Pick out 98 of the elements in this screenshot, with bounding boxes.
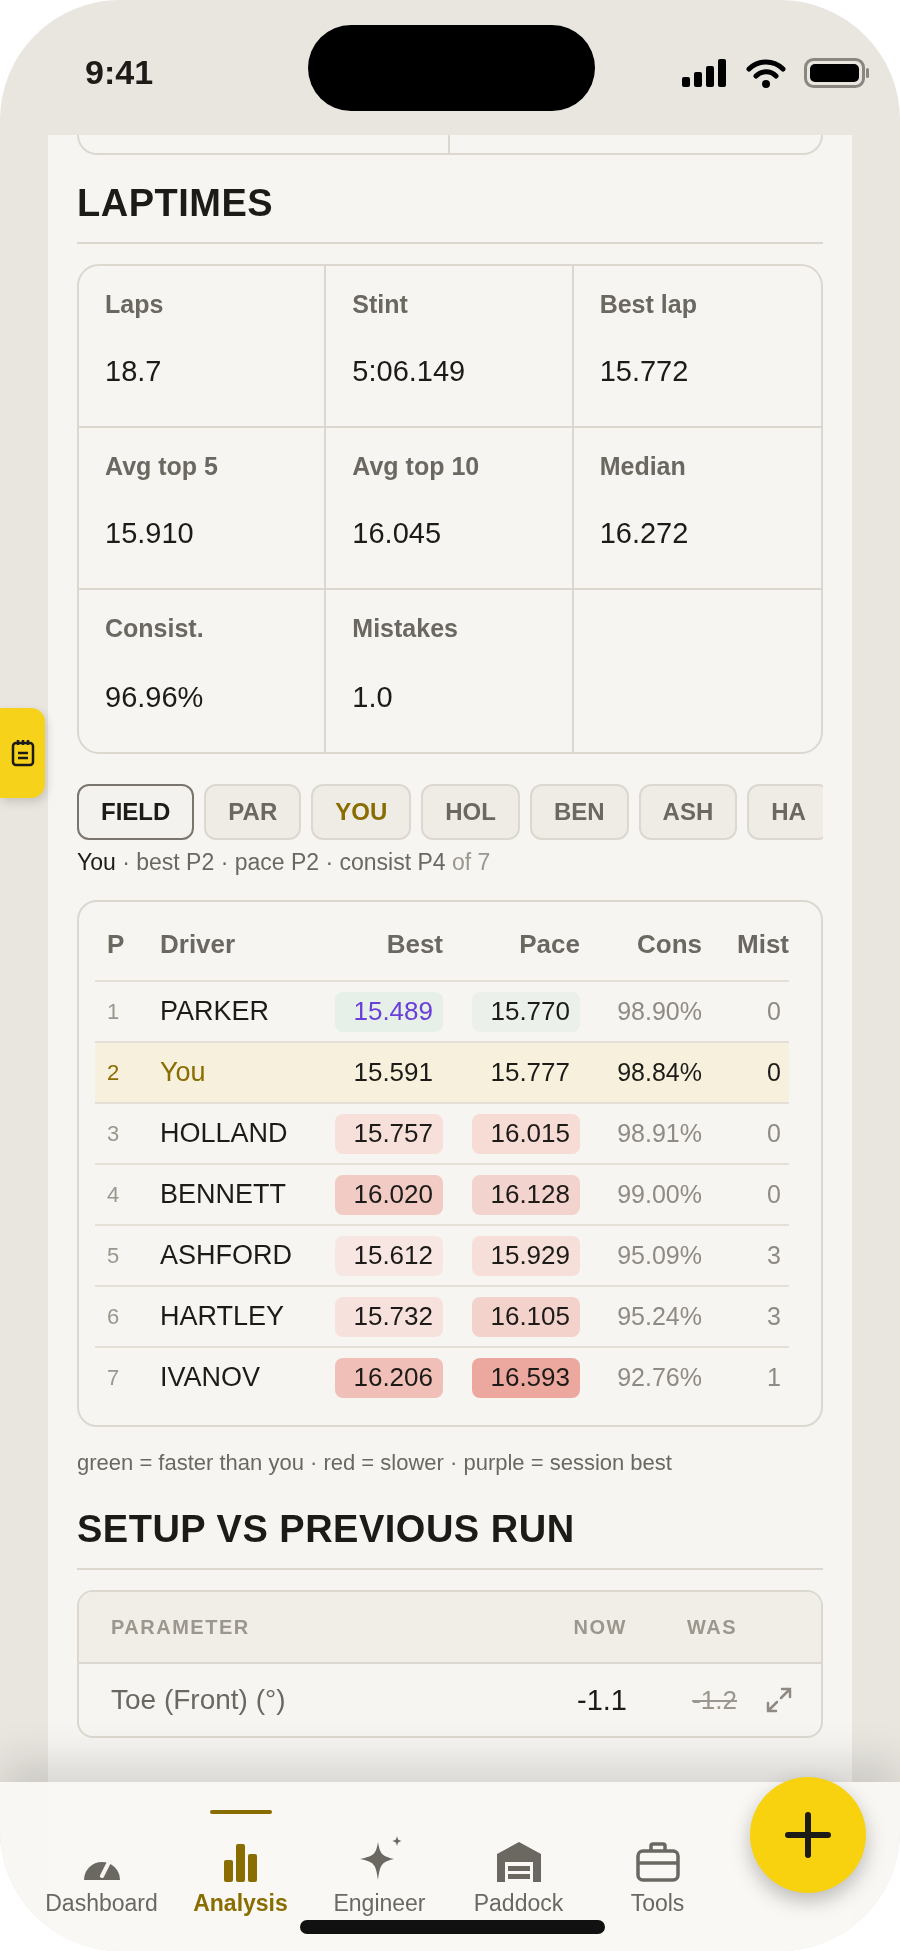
lap-time: 16.128 — [472, 1174, 580, 1215]
position-number: 1 — [106, 998, 121, 1025]
lap-time: 15.770 — [472, 991, 580, 1032]
consistency-value: 98.91% — [617, 1119, 702, 1148]
clock-time: 9:41 — [85, 53, 154, 92]
stat-label: Stint — [352, 290, 409, 319]
nav-tab[interactable]: Tools — [588, 1782, 727, 1951]
lap-time: 15.591 — [352, 1056, 434, 1089]
consistency-value: 98.84% — [617, 1058, 702, 1087]
filter-chip[interactable]: HOL — [421, 784, 520, 840]
column-header: Mist — [737, 928, 789, 960]
filter-chip[interactable]: ASH — [638, 784, 738, 840]
position-number: 4 — [106, 1181, 121, 1208]
lap-time: 16.206 — [335, 1357, 443, 1398]
nav-tab[interactable]: Analysis — [171, 1782, 310, 1951]
stat-value: 16.045 — [352, 517, 443, 550]
plus-icon — [785, 1812, 831, 1858]
stat-label: Consist. — [105, 614, 205, 643]
mistakes-count: 3 — [767, 1241, 782, 1270]
filter-chip[interactable]: HA — [747, 784, 823, 840]
column-header: Driver — [160, 928, 237, 960]
lap-time: 16.593 — [472, 1357, 580, 1398]
stat-value: 15.910 — [105, 517, 195, 550]
column-header: WAS — [686, 1615, 737, 1639]
ranking-summary: You · best P2 · pace P2 · consist P4 of 7 — [77, 848, 492, 876]
stat-value: 5:06.149 — [352, 355, 467, 388]
driver-name: IVANOV — [160, 1362, 262, 1393]
filter-chip[interactable]: BEN — [529, 784, 629, 840]
wifi-icon — [746, 57, 786, 88]
consistency-value: 95.24% — [617, 1302, 702, 1331]
driver-name: PARKER — [160, 996, 271, 1027]
expand-icon[interactable] — [766, 1687, 792, 1713]
driver-name: HOLLAND — [160, 1118, 289, 1149]
driver-name: ASHFORD — [160, 1240, 293, 1271]
lap-time: 16.015 — [472, 1113, 580, 1154]
lap-time: 15.612 — [335, 1235, 443, 1276]
position-number: 3 — [106, 1120, 121, 1147]
filter-chip[interactable]: FIELD — [77, 784, 195, 840]
column-header: Cons — [637, 928, 702, 960]
column-header: Pace — [519, 928, 580, 960]
driver-name: BENNETT — [160, 1179, 287, 1210]
mistakes-count: 0 — [767, 1058, 782, 1087]
nav-tab[interactable]: Dashboard — [32, 1782, 171, 1951]
stat-value: 1.0 — [352, 681, 394, 714]
nav-tab[interactable]: Engineer — [310, 1782, 449, 1951]
stat-label: Best lap — [599, 290, 698, 319]
column-header: NOW — [573, 1615, 627, 1639]
bar-chart-icon — [222, 1842, 259, 1882]
lap-time: 15.757 — [335, 1113, 443, 1154]
mistakes-count: 3 — [767, 1302, 782, 1331]
current-value: -1.1 — [577, 1683, 627, 1717]
battery-icon — [804, 57, 870, 88]
mistakes-count: 0 — [767, 1119, 782, 1148]
stat-label: Avg top 10 — [352, 452, 481, 481]
notepad-icon — [10, 739, 35, 767]
gauge-icon — [81, 1860, 122, 1882]
lap-time: 15.929 — [472, 1235, 580, 1276]
lap-time: 15.777 — [489, 1056, 571, 1089]
stat-label: Laps — [105, 290, 165, 319]
driver-name: You — [160, 1057, 207, 1088]
lap-time: 16.020 — [335, 1174, 443, 1215]
column-header: Best — [386, 928, 443, 960]
position-number: 5 — [106, 1242, 121, 1269]
stat-value: 15.772 — [599, 355, 690, 388]
column-header: P — [106, 928, 126, 960]
briefcase-icon — [635, 1842, 680, 1882]
mistakes-count: 1 — [767, 1363, 782, 1392]
driver-name: HARTLEY — [160, 1301, 286, 1332]
position-number: 7 — [106, 1364, 121, 1391]
section-title: LAPTIMES — [77, 181, 275, 226]
mistakes-count: 0 — [767, 1180, 782, 1209]
lap-time: 15.732 — [335, 1296, 443, 1337]
stat-value: 16.272 — [599, 517, 690, 550]
notes-tab[interactable] — [0, 708, 45, 798]
column-header: PARAMETER — [111, 1615, 251, 1639]
section-title: SETUP VS PREVIOUS RUN — [77, 1507, 576, 1552]
consistency-value: 92.76% — [617, 1363, 702, 1392]
parameter-name: Toe (Front) (°) — [111, 1684, 287, 1716]
nav-tab[interactable]: Paddock — [449, 1782, 588, 1951]
stat-label: Median — [599, 452, 687, 481]
consistency-value: 99.00% — [617, 1180, 702, 1209]
position-number: 2 — [106, 1059, 121, 1086]
consistency-value: 98.90% — [617, 997, 702, 1026]
stat-value: 96.96% — [105, 681, 205, 714]
filter-chip[interactable]: PAR — [204, 784, 302, 840]
signal-icon — [682, 58, 728, 87]
lap-time: 15.489 — [335, 991, 443, 1032]
stat-value: 18.7 — [105, 355, 163, 388]
color-legend: green = faster than you · red = slower · purple = session best — [77, 1449, 823, 1477]
garage-icon — [496, 1842, 541, 1882]
previous-value: -1.2 — [692, 1684, 737, 1716]
consistency-value: 95.09% — [617, 1241, 702, 1270]
position-number: 6 — [106, 1303, 121, 1330]
stat-label: Mistakes — [352, 614, 459, 643]
mistakes-count: 0 — [767, 997, 782, 1026]
lap-time: 16.105 — [472, 1296, 580, 1337]
stat-label: Avg top 5 — [105, 452, 219, 481]
filter-chip[interactable]: YOU — [311, 784, 412, 840]
